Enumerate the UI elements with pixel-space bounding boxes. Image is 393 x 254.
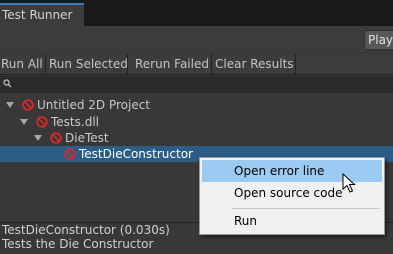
tree-item-project[interactable]: Untitled 2D Project bbox=[0, 97, 393, 113]
search-icon bbox=[3, 79, 12, 88]
test-failed-icon bbox=[22, 99, 34, 111]
expand-arrow-icon[interactable] bbox=[20, 118, 28, 126]
clear-results-button[interactable]: Clear Results bbox=[212, 54, 296, 74]
play-strip: Play bbox=[0, 26, 393, 52]
tree-item-assembly[interactable]: Tests.dll bbox=[0, 114, 393, 130]
test-failed-icon bbox=[50, 132, 62, 144]
expand-arrow-icon[interactable] bbox=[34, 134, 42, 142]
toolbar: Run All Run Selected Rerun Failed Clear … bbox=[0, 54, 393, 75]
play-button[interactable]: Play bbox=[364, 30, 393, 50]
expand-arrow-icon[interactable] bbox=[6, 101, 14, 109]
tree-item-label: TestDieConstructor bbox=[79, 147, 193, 161]
menu-item-run[interactable]: Run bbox=[202, 210, 382, 232]
tree-item-label: Untitled 2D Project bbox=[37, 98, 151, 112]
context-menu: Open error line Open source code Run bbox=[199, 157, 385, 235]
run-all-button[interactable]: Run All bbox=[0, 54, 46, 74]
test-description: Tests the Die Constructor bbox=[2, 237, 154, 251]
tree-item-label: Tests.dll bbox=[51, 115, 99, 129]
rerun-failed-button[interactable]: Rerun Failed bbox=[128, 54, 212, 74]
test-failed-icon bbox=[64, 148, 76, 160]
run-selected-button[interactable]: Run Selected bbox=[46, 54, 128, 74]
test-runner-window: Test Runner Play Run All Run Selected Re… bbox=[0, 0, 393, 254]
tab-test-runner[interactable]: Test Runner bbox=[0, 3, 84, 26]
search-input[interactable] bbox=[1, 77, 391, 91]
tab-bar: Test Runner bbox=[0, 0, 393, 26]
test-result-title: TestDieConstructor (0.030s) bbox=[2, 223, 170, 237]
mouse-cursor-icon bbox=[342, 173, 356, 193]
search-bar bbox=[0, 76, 393, 93]
tree-item-fixture[interactable]: DieTest bbox=[0, 130, 393, 146]
menu-separator bbox=[232, 208, 380, 209]
tree-item-label: DieTest bbox=[65, 131, 109, 145]
test-failed-icon bbox=[36, 116, 48, 128]
